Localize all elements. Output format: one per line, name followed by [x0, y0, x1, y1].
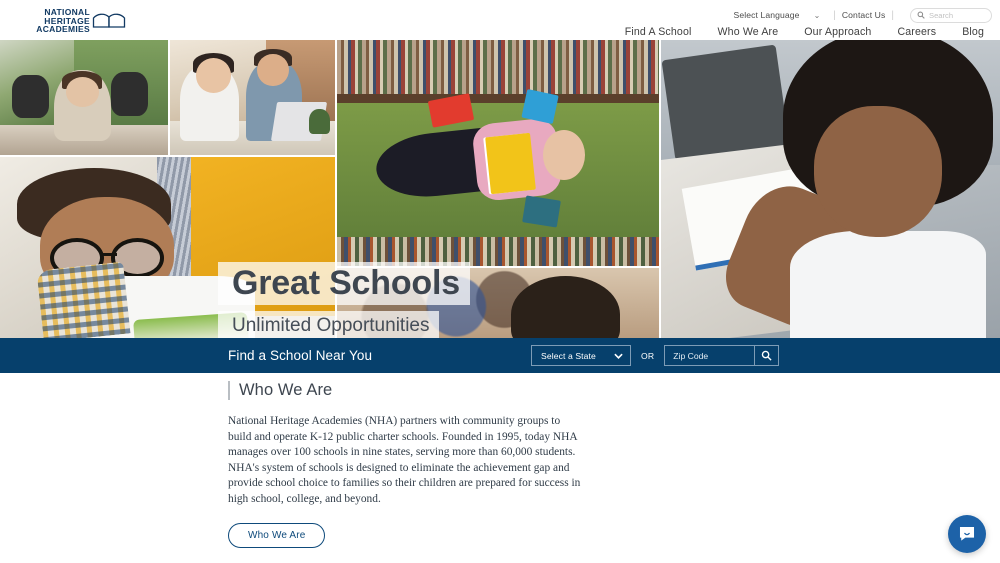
- heading-rule: [228, 381, 230, 400]
- chevron-down-icon: [614, 353, 623, 359]
- search-icon: [917, 11, 925, 19]
- open-book-icon: [92, 13, 126, 28]
- who-we-are-button[interactable]: Who We Are: [228, 522, 326, 548]
- site-logo[interactable]: NATIONAL HERITAGE ACADEMIES: [16, 8, 126, 34]
- nav-item-who-we-are[interactable]: Who We Are: [705, 26, 792, 38]
- logo-wordmark: NATIONAL HERITAGE ACADEMIES: [16, 8, 90, 34]
- zip-search-button[interactable]: [754, 345, 780, 366]
- page-title: Who We Are: [239, 381, 333, 399]
- who-we-are-body: National Heritage Academies (NHA) partne…: [228, 415, 581, 505]
- find-a-school-title: Find a School Near You: [228, 348, 373, 363]
- language-selector-label[interactable]: Select Language: [734, 10, 800, 20]
- hero-image-student-teacher-laptop: [170, 40, 335, 155]
- header-search[interactable]: [910, 7, 992, 23]
- zip-search-group: [664, 345, 780, 366]
- chevron-down-icon[interactable]: ⌄: [814, 11, 821, 20]
- search-input[interactable]: [929, 10, 985, 20]
- or-label: OR: [641, 350, 655, 361]
- divider: |: [833, 9, 836, 21]
- hero-collage: Great Schools Unlimited Opportunities: [0, 40, 1000, 338]
- utility-bar: Select Language ⌄ | Contact Us |: [734, 7, 992, 23]
- hero-image-girl-writing-desk: [661, 40, 1000, 338]
- zip-code-input[interactable]: [664, 345, 755, 366]
- state-select[interactable]: Select a State: [531, 345, 631, 366]
- contact-us-link[interactable]: Contact Us: [842, 10, 886, 20]
- chat-launcher[interactable]: [948, 515, 986, 553]
- hero-headline: Great Schools Unlimited Opportunities: [218, 262, 470, 338]
- who-we-are-content: Who We Are National Heritage Academies (…: [228, 381, 588, 548]
- magnifier-icon: [762, 350, 772, 361]
- nav-item-blog[interactable]: Blog: [949, 26, 992, 38]
- nav-item-our-approach[interactable]: Our Approach: [791, 26, 884, 38]
- nav-item-careers[interactable]: Careers: [884, 26, 949, 38]
- who-we-are-section: Who We Are National Heritage Academies (…: [0, 373, 1000, 563]
- hero-headline-primary: Great Schools: [218, 262, 470, 305]
- nav-item-find-a-school[interactable]: Find A School: [612, 26, 705, 38]
- find-a-school-controls: Select a State OR: [531, 345, 780, 366]
- state-select-value: Select a State: [541, 350, 596, 361]
- main-navigation: Find A School Who We Are Our Approach Ca…: [612, 26, 992, 38]
- site-header: NATIONAL HERITAGE ACADEMIES Select Langu…: [0, 0, 1000, 40]
- logo-line-3: ACADEMIES: [36, 24, 90, 35]
- message-bubble-icon: [959, 526, 975, 541]
- hero-image-girl-library-floor: [337, 40, 659, 266]
- divider: |: [891, 9, 894, 21]
- hero-headline-secondary: Unlimited Opportunities: [218, 311, 440, 338]
- who-we-are-heading: Who We Are: [228, 381, 588, 400]
- hero-image-student-painting-hands: [0, 40, 168, 155]
- find-a-school-bar: Find a School Near You Select a State OR: [0, 338, 1000, 373]
